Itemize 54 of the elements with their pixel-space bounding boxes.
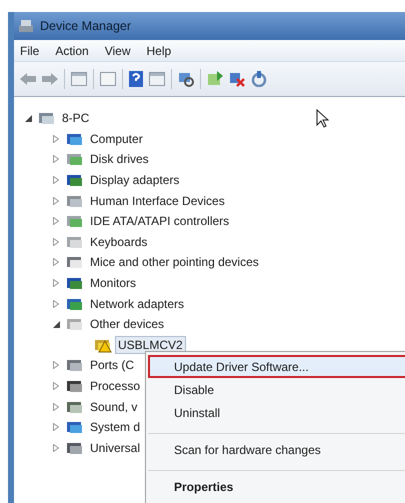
tree-item[interactable]: 8-PC: [59, 109, 92, 128]
expand-arrow-icon[interactable]: [53, 423, 59, 432]
collapse-arrow-icon[interactable]: [24, 114, 32, 122]
menu-item[interactable]: File: [20, 44, 40, 58]
tree-item[interactable]: Monitors: [87, 274, 140, 292]
context-menu-item[interactable]: Uninstall: [148, 401, 405, 424]
back-icon[interactable]: [20, 73, 36, 85]
expand-arrow-icon[interactable]: [53, 176, 59, 184]
context-menu-item[interactable]: Properties: [148, 470, 405, 498]
context-menu-item[interactable]: Scan for hardware changes: [148, 433, 405, 461]
tree-item[interactable]: Other devices: [87, 315, 168, 334]
menu-item[interactable]: Action: [55, 44, 89, 58]
tree-item[interactable]: Disk drives: [87, 150, 152, 168]
tree-item[interactable]: System d: [87, 418, 144, 436]
scan-icon[interactable]: [178, 71, 194, 87]
window-icon[interactable]: [100, 72, 116, 86]
expand-arrow-icon[interactable]: [53, 402, 59, 411]
forward-icon[interactable]: [42, 73, 58, 85]
context-menu-item[interactable]: Disable: [148, 378, 405, 401]
expand-arrow-icon[interactable]: [53, 382, 59, 390]
window-icon[interactable]: [149, 72, 165, 86]
tree-item[interactable]: Display adapters: [87, 171, 182, 190]
tree-item[interactable]: Network adapters: [87, 294, 188, 313]
expand-arrow-icon[interactable]: [53, 300, 59, 308]
update-icon[interactable]: [207, 71, 223, 87]
expand-arrow-icon[interactable]: [53, 238, 59, 246]
uninstall-icon[interactable]: [229, 71, 245, 87]
tree-item[interactable]: Universal: [87, 438, 144, 457]
help-icon[interactable]: [129, 71, 143, 87]
expand-arrow-icon[interactable]: [53, 258, 59, 266]
expand-arrow-icon[interactable]: [53, 134, 59, 143]
tree-item[interactable]: USBLMCV2: [115, 336, 186, 354]
expand-arrow-icon[interactable]: [53, 155, 59, 164]
expand-arrow-icon[interactable]: [53, 217, 59, 226]
collapse-arrow-icon[interactable]: [52, 320, 60, 328]
tree-item[interactable]: Mice and other pointing devices: [87, 253, 262, 272]
expand-arrow-icon[interactable]: [53, 196, 59, 205]
tree-item[interactable]: Human Interface Devices: [87, 192, 228, 210]
tree-item[interactable]: Keyboards: [87, 232, 150, 251]
expand-arrow-icon[interactable]: [53, 444, 59, 452]
tree-item[interactable]: Processo: [87, 377, 144, 396]
window-icon[interactable]: [71, 72, 87, 86]
expand-arrow-icon[interactable]: [53, 361, 59, 370]
mouse-pointer-icon: [316, 109, 329, 128]
window-title: Device Manager: [40, 19, 132, 33]
menu-item[interactable]: View: [104, 44, 130, 58]
menu-item[interactable]: Help: [146, 44, 172, 58]
tree-item[interactable]: Sound, v: [87, 398, 140, 416]
tree-item[interactable]: Ports (C: [87, 356, 138, 374]
tree-item[interactable]: Computer: [87, 130, 146, 148]
context-menu-item[interactable]: Update Driver Software...: [148, 355, 405, 378]
enable-icon[interactable]: [251, 71, 267, 87]
expand-arrow-icon[interactable]: [53, 279, 59, 288]
tree-item[interactable]: IDE ATA/ATAPI controllers: [87, 212, 232, 230]
